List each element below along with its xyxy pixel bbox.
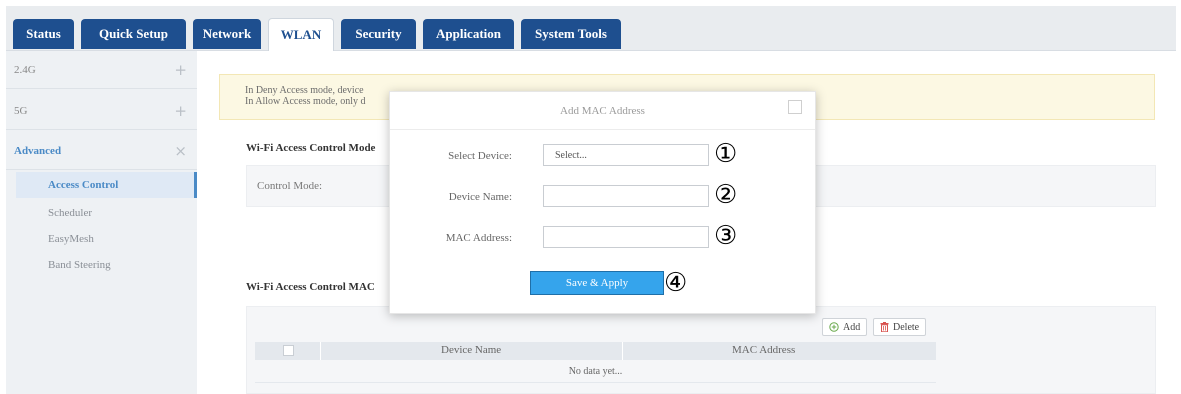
sidebar-group-label: Advanced	[14, 144, 62, 157]
modal-divider	[390, 129, 815, 130]
select-device-label: Select Device:	[448, 150, 512, 162]
plus-circle-icon	[829, 322, 839, 332]
plus-icon[interactable]: +	[174, 102, 187, 120]
sidebar-item-easymesh[interactable]: EasyMesh	[16, 226, 197, 252]
top-nav: Status Quick Setup Network WLAN Security…	[6, 6, 1176, 51]
empty-table-message: No data yet...	[255, 362, 936, 383]
close-icon[interactable]	[788, 100, 802, 114]
tab-network[interactable]: Network	[193, 19, 261, 49]
sidebar-item-band-steering[interactable]: Band Steering	[16, 252, 197, 278]
mac-address-input[interactable]	[543, 226, 709, 248]
select-all-checkbox[interactable]	[283, 345, 294, 356]
sidebar-group-advanced[interactable]: Advanced ×	[6, 132, 197, 170]
callout-3: ③	[714, 221, 738, 251]
column-divider	[622, 342, 623, 360]
sidebar-group-2-4g[interactable]: 2.4G +	[6, 51, 197, 89]
trash-icon	[880, 322, 889, 332]
column-divider	[320, 342, 321, 360]
sidebar-item-access-control[interactable]: Access Control	[16, 172, 197, 198]
column-header-device-name: Device Name	[441, 344, 502, 356]
sidebar-group-label: 2.4G	[14, 63, 36, 76]
tab-application[interactable]: Application	[423, 19, 514, 49]
save-apply-button[interactable]: Save & Apply	[530, 271, 664, 295]
mac-address-label: MAC Address:	[445, 232, 512, 244]
mode-section-title: Wi-Fi Access Control Mode	[246, 142, 376, 154]
sidebar-group-label: 5G	[14, 104, 28, 117]
control-mode-label: Control Mode:	[257, 180, 323, 192]
device-name-label: Device Name:	[448, 191, 512, 203]
delete-label: Delete	[893, 321, 920, 333]
tab-system-tools[interactable]: System Tools	[521, 19, 621, 49]
sidebar: 2.4G + 5G + Advanced × Access Control Sc…	[6, 51, 197, 394]
mac-table-header: Device Name MAC Address	[255, 342, 936, 360]
tab-security[interactable]: Security	[341, 19, 416, 49]
tab-wlan[interactable]: WLAN	[268, 18, 334, 51]
sidebar-group-5g[interactable]: 5G +	[6, 92, 197, 130]
device-name-input[interactable]	[543, 185, 709, 207]
mac-section-title: Wi-Fi Access Control MAC	[246, 281, 375, 293]
plus-icon[interactable]: +	[174, 61, 187, 79]
callout-2: ②	[714, 180, 738, 210]
delete-button[interactable]: Delete	[873, 318, 927, 336]
tab-status[interactable]: Status	[13, 19, 74, 49]
select-device-dropdown[interactable]: Select...	[543, 144, 709, 166]
add-label: Add	[843, 321, 861, 333]
modal-title: Add MAC Address	[560, 105, 645, 117]
add-button[interactable]: Add	[822, 318, 868, 336]
add-mac-modal: Add MAC Address Select Device: Select...…	[389, 91, 816, 314]
close-icon[interactable]: ×	[174, 142, 187, 160]
callout-1: ①	[714, 139, 738, 169]
sidebar-item-scheduler[interactable]: Scheduler	[16, 200, 197, 226]
tab-quick-setup[interactable]: Quick Setup	[81, 19, 186, 49]
callout-4: ④	[664, 268, 688, 298]
column-header-mac-address: MAC Address	[732, 344, 796, 356]
select-device-value: Select...	[555, 149, 587, 161]
